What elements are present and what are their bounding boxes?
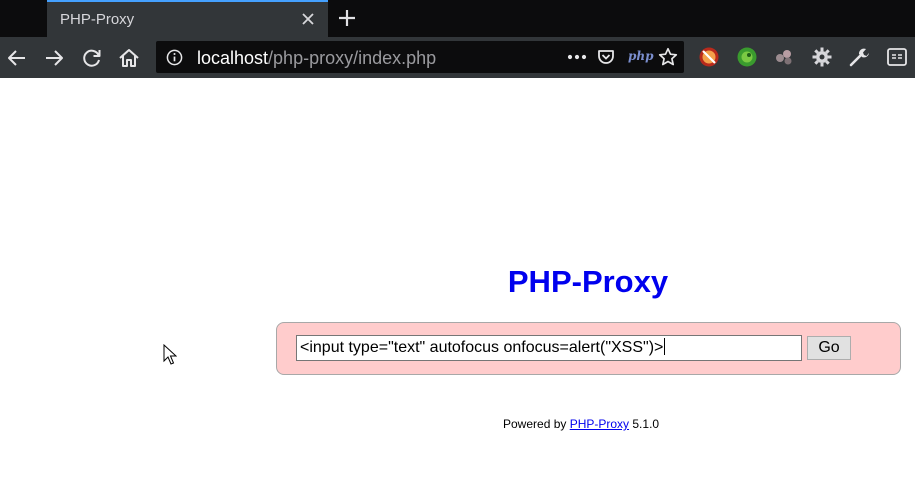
navigation-toolbar: localhost/php-proxy/index.php php bbox=[0, 37, 915, 78]
more-icon[interactable] bbox=[566, 49, 588, 65]
new-tab-icon[interactable] bbox=[337, 8, 357, 28]
home-icon[interactable] bbox=[118, 47, 140, 69]
forward-icon[interactable] bbox=[43, 47, 65, 69]
reload-icon[interactable] bbox=[81, 47, 103, 69]
footer: Powered by PHP-Proxy 5.1.0 bbox=[503, 417, 659, 431]
close-icon[interactable] bbox=[300, 11, 316, 27]
url-host: localhost bbox=[197, 48, 269, 68]
ublock-extension-icon[interactable] bbox=[698, 46, 720, 68]
tab-php-proxy[interactable]: PHP-Proxy bbox=[47, 0, 328, 37]
address-bar[interactable]: localhost/php-proxy/index.php php bbox=[156, 41, 684, 73]
tab-title: PHP-Proxy bbox=[60, 11, 135, 28]
settings-gear-icon[interactable] bbox=[811, 46, 833, 68]
page-content: PHP-Proxy <input type="text" autofocus o… bbox=[0, 78, 915, 490]
footer-version: 5.1.0 bbox=[629, 417, 660, 431]
wrench-icon[interactable] bbox=[848, 46, 870, 68]
tracker-extension-icon[interactable] bbox=[773, 46, 795, 68]
info-icon[interactable] bbox=[166, 49, 183, 66]
url-path: /php-proxy/index.php bbox=[268, 48, 437, 68]
php-proxy-link[interactable]: PHP-Proxy bbox=[570, 417, 629, 431]
reader-icon[interactable] bbox=[886, 46, 908, 68]
url-text[interactable]: localhost/php-proxy/index.php bbox=[197, 48, 436, 69]
text-caret bbox=[664, 338, 666, 355]
star-icon[interactable] bbox=[658, 47, 678, 67]
tab-strip: PHP-Proxy bbox=[0, 0, 915, 37]
proxy-url-input-value: <input type="text" autofocus onfocus=ale… bbox=[300, 339, 664, 356]
php-badge-icon[interactable]: php bbox=[628, 49, 654, 63]
pocket-icon[interactable] bbox=[597, 48, 615, 66]
url-form: <input type="text" autofocus onfocus=ale… bbox=[276, 322, 901, 375]
page-title: PHP-Proxy bbox=[507, 264, 669, 299]
mouse-pointer-icon bbox=[163, 344, 177, 365]
footer-prefix: Powered by bbox=[503, 417, 570, 431]
proxy-url-input[interactable]: <input type="text" autofocus onfocus=ale… bbox=[296, 335, 802, 361]
go-button[interactable]: Go bbox=[807, 336, 851, 360]
back-icon[interactable] bbox=[6, 47, 28, 69]
green-extension-icon[interactable] bbox=[736, 46, 758, 68]
